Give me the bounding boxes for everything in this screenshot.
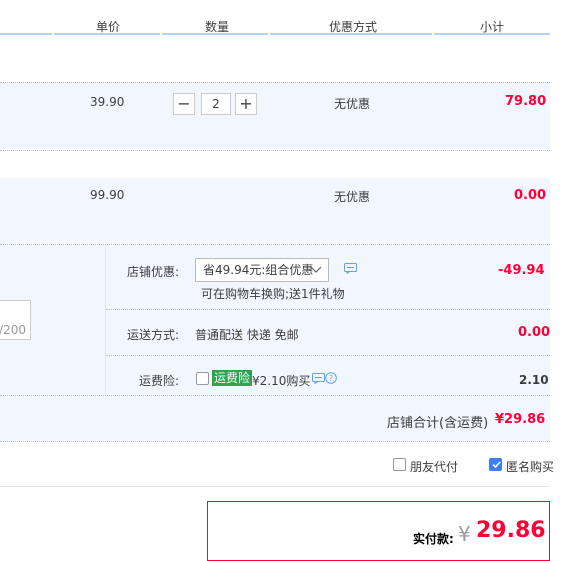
item-price: 99.90: [90, 188, 125, 202]
note-textarea[interactable]: /200: [0, 300, 31, 340]
insurance-amount: 2.10: [519, 373, 549, 387]
chat-bubble-icon[interactable]: [344, 263, 357, 277]
header-underline: [0, 33, 52, 35]
payment-summary: 实付款: ¥ 29.86: [207, 501, 550, 561]
friend-pay-label: 朋友代付: [410, 460, 459, 474]
column-divider: [105, 245, 106, 395]
insurance-tag: 运费险: [212, 370, 253, 386]
divider: [0, 441, 550, 442]
header-underline: [54, 33, 160, 35]
anonymous-checkbox[interactable]: [489, 458, 502, 471]
divider: [106, 355, 550, 356]
item-discount: 无优惠: [334, 97, 371, 111]
item-discount: 无优惠: [334, 190, 371, 204]
shop-total-label: 店铺合计(含运费): [387, 416, 489, 431]
divider: [0, 150, 550, 151]
shipping-method: 普通配送 快递 免邮: [195, 328, 299, 342]
insurance-label: 运费险:: [139, 374, 180, 388]
svg-text:?: ?: [329, 374, 333, 383]
increase-quantity-button[interactable]: +: [235, 93, 257, 115]
item-subtotal: 0.00: [514, 188, 547, 203]
shop-discount-amount: -49.94: [498, 263, 545, 278]
chat-bubble-icon[interactable]: [312, 373, 325, 387]
check-icon: [491, 459, 502, 473]
item-row: [0, 83, 550, 149]
quantity-input[interactable]: 2: [201, 93, 231, 115]
divider: [106, 309, 550, 310]
note-counter: /200: [0, 323, 26, 337]
divider: [0, 395, 550, 396]
header-underline: [434, 33, 550, 35]
shipping-amount: 0.00: [518, 325, 551, 340]
insurance-price: ¥2.10购买: [252, 374, 311, 388]
shop-discount-note: 可在购物车换购;送1件礼物: [201, 287, 345, 301]
payment-amount: 29.86: [476, 518, 546, 543]
shop-discount-select[interactable]: 省49.94元:组合优惠: [195, 258, 329, 282]
item-row: [0, 178, 550, 244]
shop-total-amount: ¥29.86: [495, 412, 546, 427]
table-header: 单价 数量 优惠方式 小计: [0, 0, 562, 35]
payment-label: 实付款:: [413, 532, 454, 546]
divider: [0, 486, 550, 487]
chevron-down-icon: [310, 259, 322, 288]
header-underline: [162, 33, 268, 35]
friend-pay-checkbox[interactable]: [393, 458, 406, 471]
payment-currency: ¥: [458, 522, 471, 546]
shop-discount-value: 省49.94元:组合优惠: [203, 263, 314, 277]
item-subtotal: 79.80: [505, 94, 547, 109]
shop-discount-label: 店铺优惠:: [127, 265, 180, 279]
item-price: 39.90: [90, 95, 125, 109]
header-underline: [270, 33, 432, 35]
shipping-label: 运送方式:: [127, 328, 180, 342]
question-circle-icon[interactable]: ?: [325, 372, 337, 387]
decrease-quantity-button[interactable]: −: [173, 93, 195, 115]
anonymous-label: 匿名购买: [506, 460, 555, 474]
insurance-checkbox[interactable]: [196, 372, 209, 385]
